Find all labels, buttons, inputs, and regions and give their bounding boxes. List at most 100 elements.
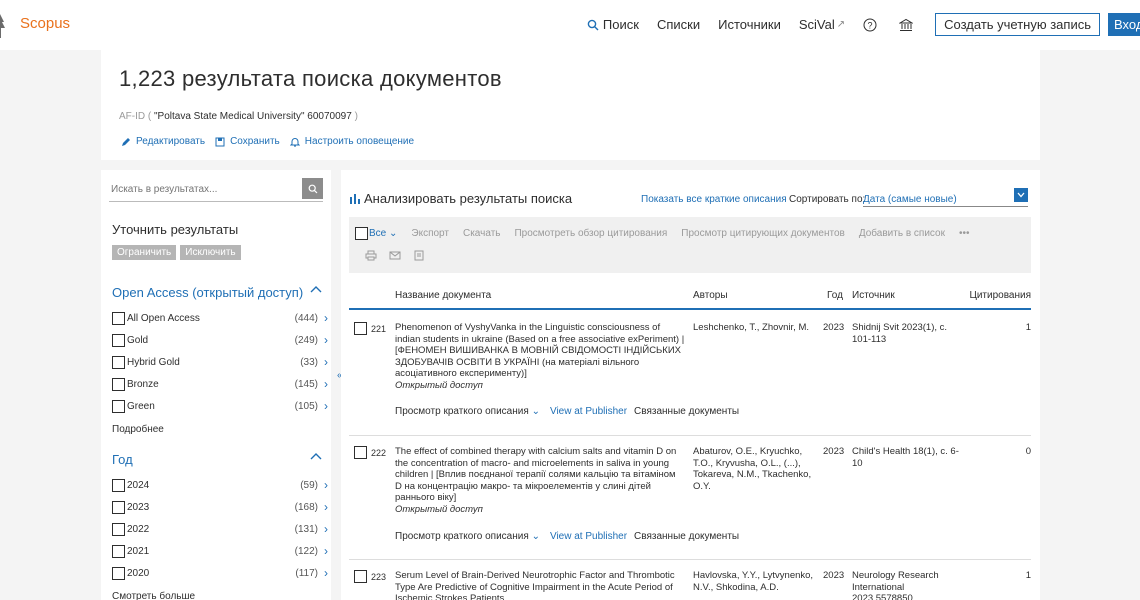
document-source[interactable]: Neurology Research International 2023,55… [852,570,962,600]
search-within-input[interactable] [111,184,291,195]
document-source[interactable]: Child's Health 18(1), с. 6-10 [852,446,962,469]
checkbox[interactable] [112,311,125,325]
checkbox[interactable] [112,478,125,492]
document-title-link[interactable]: Serum Level of Brain-Derived Neurotrophi… [395,570,685,600]
chevron-right-icon[interactable]: › [324,478,328,492]
facet-row[interactable]: 2024 (59) › [112,477,328,493]
nav-sources[interactable]: Источники [718,17,781,32]
sort-select[interactable]: Дата (самые новые) [863,194,1028,207]
facet-label: Gold [127,334,149,346]
download-button[interactable]: Скачать [463,228,501,239]
elsevier-tree-icon [0,14,5,38]
export-button[interactable]: Экспорт [411,228,449,239]
select-all-checkbox[interactable] [355,227,368,240]
chevron-right-icon[interactable]: › [324,311,328,325]
facet-row[interactable]: 2023 (168) › [112,499,328,515]
facet-row[interactable]: 2020 (117) › [112,565,328,581]
document-title: The effect of combined therapy with calc… [395,446,677,503]
chevron-right-icon[interactable]: › [324,500,328,514]
checkbox[interactable] [112,522,125,536]
col-citations[interactable]: Цитирования [969,290,1031,301]
checkbox[interactable] [112,399,125,413]
limit-button[interactable]: Ограничить [112,245,177,260]
set-alert-link[interactable]: Настроить оповещение [289,136,414,147]
checkbox[interactable] [112,500,125,514]
facet-open-access-header[interactable]: Open Access (открытый доступ) [112,285,322,300]
bibliography-icon[interactable] [413,250,425,261]
analyze-results-link[interactable]: Анализировать результаты поиска [349,191,572,206]
facet-row[interactable]: Gold (249) › [112,332,328,348]
view-abstract-link[interactable]: Просмотр краткого описания ⌄ [395,531,540,542]
institution-button[interactable] [899,18,917,32]
nav-scival[interactable]: SciVal ↗ [799,17,845,32]
checkbox[interactable] [112,377,125,391]
chevron-right-icon[interactable]: › [324,355,328,369]
facet-row[interactable]: All Open Access (444) › [112,310,328,326]
chevron-down-icon: ⌄ [531,406,540,417]
year-more-link[interactable]: Смотреть больше [112,591,195,600]
save-search-link[interactable]: Сохранить [215,136,280,147]
related-documents-link[interactable]: Связанные документы [634,531,739,542]
scopus-logo[interactable]: Scopus [20,15,70,32]
row-checkbox[interactable] [354,570,367,583]
show-all-abstracts-link[interactable]: Показать все краткие описания [641,194,787,205]
checkbox[interactable] [112,355,125,369]
col-source[interactable]: Источник [852,290,895,301]
facet-row[interactable]: Bronze (145) › [112,376,328,392]
nav-lists[interactable]: Списки [657,17,700,32]
exclude-button[interactable]: Исключить [180,245,241,260]
col-title[interactable]: Название документа [395,290,491,301]
print-icon[interactable] [365,250,377,261]
table-row: 222 The effect of combined therapy with … [349,436,1031,560]
document-links: Просмотр краткого описания ⌄ View at Pub… [395,406,739,417]
view-at-publisher-link[interactable]: View at Publisher [550,406,627,417]
select-all-dropdown[interactable]: Все ⌄ [369,228,397,239]
citing-documents-button[interactable]: Просмотр цитирующих документов [681,228,845,239]
chevron-right-icon[interactable]: › [324,544,328,558]
chevron-right-icon[interactable]: › [324,566,328,580]
chevron-right-icon[interactable]: › [324,399,328,413]
chevron-right-icon[interactable]: › [324,377,328,391]
checkbox[interactable] [112,333,125,347]
document-citations[interactable]: 0 [1026,446,1031,457]
search-within-button[interactable] [302,178,323,199]
add-to-list-button[interactable]: Добавить в список [859,228,945,239]
citation-overview-button[interactable]: Просмотреть обзор цитирования [514,228,667,239]
more-options-button[interactable]: ••• [959,228,970,239]
edit-search-link[interactable]: Редактировать [121,136,205,147]
document-title-link[interactable]: The effect of combined therapy with calc… [395,446,685,515]
view-abstract-label: Просмотр краткого описания [395,406,529,417]
checkbox[interactable] [112,566,125,580]
email-icon[interactable] [389,250,401,261]
nav-search[interactable]: Поиск [587,17,639,32]
bell-icon [289,137,300,147]
facet-year-header[interactable]: Год [112,452,322,467]
facet-row[interactable]: Hybrid Gold (33) › [112,354,328,370]
login-button[interactable]: Вход [1108,13,1140,36]
row-checkbox[interactable] [354,446,367,459]
document-authors[interactable]: Havlovska, Y.Y., Lytvynenko, N.V., Shkod… [693,570,818,593]
checkbox[interactable] [112,544,125,558]
document-source[interactable]: Shidnij Svit 2023(1), с. 101-113 [852,322,962,345]
view-abstract-link[interactable]: Просмотр краткого описания ⌄ [395,406,540,417]
facet-row[interactable]: 2021 (122) › [112,543,328,559]
facet-row[interactable]: 2022 (131) › [112,521,328,537]
document-title-link[interactable]: Phenomenon of VyshyVanka in the Linguist… [395,322,685,391]
signup-button[interactable]: Создать учетную запись [935,13,1100,36]
sort-dropdown-button[interactable] [1014,188,1028,202]
document-citations[interactable]: 1 [1026,322,1031,333]
document-citations[interactable]: 1 [1026,570,1031,581]
open-access-more-link[interactable]: Подробнее [112,424,164,435]
open-access-label: Открытый доступ [395,503,483,515]
col-year[interactable]: Год [827,290,843,301]
view-at-publisher-link[interactable]: View at Publisher [550,531,627,542]
related-documents-link[interactable]: Связанные документы [634,406,739,417]
chevron-right-icon[interactable]: › [324,522,328,536]
help-button[interactable]: ? [863,18,881,32]
row-checkbox[interactable] [354,322,367,335]
chevron-right-icon[interactable]: › [324,333,328,347]
col-authors[interactable]: Авторы [693,290,728,301]
facet-row[interactable]: Green (105) › [112,398,328,414]
document-authors[interactable]: Leshchenko, T., Zhovnir, M. [693,322,818,334]
document-authors[interactable]: Abaturov, O.E., Kryuchko, T.O., Kryvusha… [693,446,818,492]
